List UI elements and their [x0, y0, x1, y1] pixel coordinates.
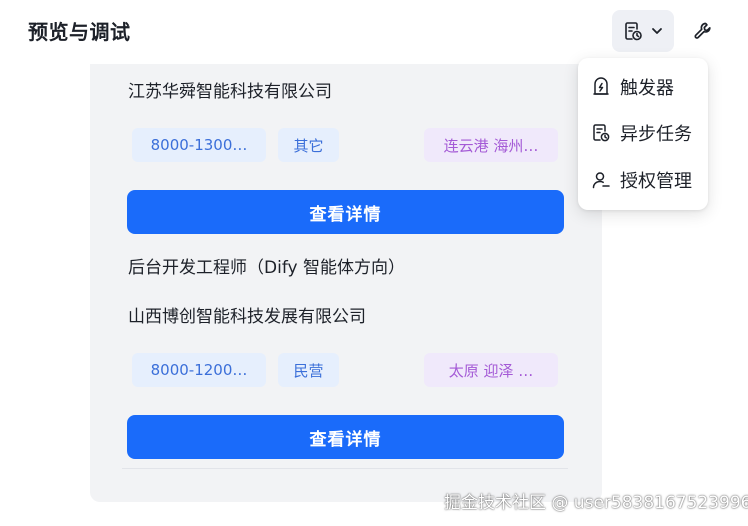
salary-tag: 8000-1200… [132, 353, 266, 387]
document-clock-icon [622, 20, 644, 42]
location-tag: 太原 迎泽 … [424, 353, 558, 387]
tools-button[interactable] [684, 12, 722, 50]
user-auth-icon [591, 170, 611, 190]
menu-item-label: 触发器 [620, 78, 674, 99]
trigger-icon [591, 77, 611, 97]
menu-item-label: 异步任务 [620, 124, 692, 145]
menu-item-label: 授权管理 [620, 171, 692, 192]
watermark: 掘金技术社区 @ user5838167523996 [444, 493, 748, 513]
async-task-icon [591, 123, 611, 143]
view-details-button[interactable]: 查看详情 [127, 190, 564, 234]
type-tag: 民营 [278, 353, 339, 387]
company-name: 山西博创智能科技发展有限公司 [128, 307, 366, 327]
job-title: 后台开发工程师（Dify 智能体方向） [128, 258, 405, 278]
tools-dropdown-menu: 触发器 异步任务 授权管理 [578, 58, 708, 210]
menu-item-async-task[interactable]: 异步任务 [578, 113, 708, 153]
menu-item-auth-management[interactable]: 授权管理 [578, 160, 708, 200]
divider [122, 468, 568, 469]
location-tag: 连云港 海州… [424, 128, 558, 162]
wrench-icon [692, 20, 714, 42]
view-details-button[interactable]: 查看详情 [127, 415, 564, 459]
company-name: 江苏华舜智能科技有限公司 [128, 82, 332, 102]
menu-item-trigger[interactable]: 触发器 [578, 67, 708, 107]
document-menu-button[interactable] [612, 10, 674, 52]
salary-tag: 8000-1300… [132, 128, 266, 162]
chevron-down-icon [650, 24, 664, 38]
type-tag: 其它 [278, 128, 339, 162]
page-title: 预览与调试 [28, 20, 131, 44]
